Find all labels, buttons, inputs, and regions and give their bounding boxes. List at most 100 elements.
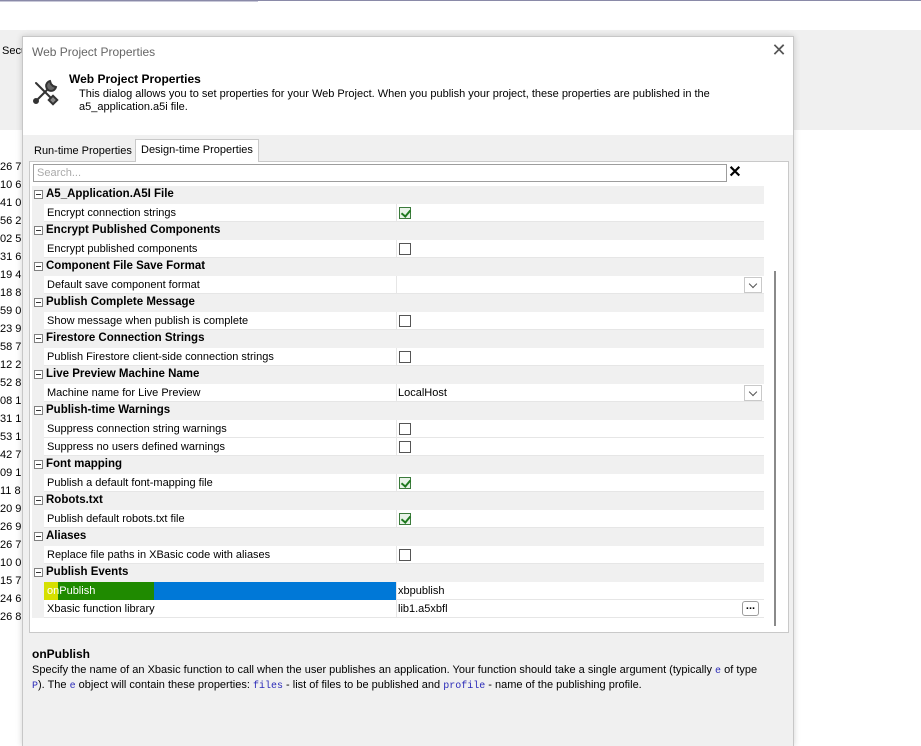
description-part: of type — [721, 664, 758, 676]
collapse-toggle-icon[interactable] — [34, 226, 43, 235]
checkbox[interactable] — [399, 513, 411, 525]
property-value[interactable] — [398, 276, 764, 294]
property-name[interactable]: Show message when publish is complete — [44, 312, 397, 330]
description-part: ). The — [38, 678, 70, 691]
property-row[interactable]: Publish a default font-mapping file — [32, 474, 764, 492]
property-value[interactable] — [398, 420, 764, 438]
category-row[interactable]: Live Preview Machine Name — [32, 366, 764, 384]
browse-button[interactable]: ... — [742, 601, 759, 616]
chevron-down-icon[interactable] — [744, 277, 762, 293]
property-row[interactable]: Publish Firestore client-side connection… — [32, 348, 764, 366]
property-value[interactable] — [398, 348, 764, 366]
dialog-titlebar[interactable]: Web Project Properties ✕ — [23, 37, 793, 65]
property-row[interactable]: Publish default robots.txt file — [32, 510, 764, 528]
property-name[interactable]: Publish default robots.txt file — [44, 510, 397, 528]
property-value[interactable]: lib1.a5xbfl... — [398, 600, 764, 618]
row-gutter — [32, 204, 44, 222]
tab-design-time-properties[interactable]: Design-time Properties — [135, 139, 259, 162]
property-grid: A5_Application.A5I File Encrypt connectio… — [32, 186, 764, 630]
property-row[interactable]: onPublish xbpublish — [32, 582, 764, 600]
category-row[interactable]: Component File Save Format — [32, 258, 764, 276]
collapse-toggle-icon[interactable] — [34, 370, 43, 379]
collapse-toggle-icon[interactable] — [34, 298, 43, 307]
property-name[interactable]: Xbasic function library — [44, 600, 397, 618]
property-row[interactable]: Default save component format — [32, 276, 764, 294]
property-row[interactable]: Machine name for Live Preview LocalHost — [32, 384, 764, 402]
checkbox[interactable] — [399, 477, 411, 489]
background-tab-line — [0, 1, 258, 2]
property-name[interactable]: Default save component format — [44, 276, 397, 294]
collapse-toggle-icon[interactable] — [34, 460, 43, 469]
checkbox[interactable] — [399, 315, 411, 327]
clear-search-button[interactable]: ✕ — [728, 164, 742, 182]
checkbox[interactable] — [399, 351, 411, 363]
vertical-scrollbar[interactable] — [766, 186, 784, 630]
property-row[interactable]: Xbasic function library lib1.a5xbfl... — [32, 600, 764, 618]
property-value[interactable] — [398, 204, 764, 222]
property-name[interactable]: Suppress no users defined warnings — [44, 438, 397, 456]
description-part: - name of the publishing profile. — [485, 678, 642, 691]
checkbox[interactable] — [399, 423, 411, 435]
web-project-properties-dialog: Web Project Properties ✕ Web Project Pro… — [22, 36, 794, 746]
property-value[interactable] — [398, 240, 764, 258]
category-label: Encrypt Published Components — [46, 224, 221, 236]
category-row[interactable]: Aliases — [32, 528, 764, 546]
property-value[interactable] — [398, 474, 764, 492]
property-row[interactable]: Replace file paths in XBasic code with a… — [32, 546, 764, 564]
property-row[interactable]: Encrypt connection strings — [32, 204, 764, 222]
property-name[interactable]: Machine name for Live Preview — [44, 384, 397, 402]
scrollbar-thumb[interactable] — [774, 271, 776, 626]
collapse-toggle-icon[interactable] — [34, 496, 43, 505]
close-button[interactable]: ✕ — [769, 41, 789, 61]
chevron-down-icon[interactable] — [744, 385, 762, 401]
search-input[interactable] — [33, 164, 727, 182]
category-row[interactable]: Firestore Connection Strings — [32, 330, 764, 348]
property-value[interactable] — [398, 312, 764, 330]
property-value[interactable] — [398, 546, 764, 564]
collapse-toggle-icon[interactable] — [34, 190, 43, 199]
category-row[interactable]: Publish Events — [32, 564, 764, 582]
background-number: 09 1 — [0, 467, 22, 479]
category-label: Publish Events — [46, 566, 129, 578]
tools-icon — [33, 79, 59, 106]
collapse-toggle-icon[interactable] — [34, 568, 43, 577]
property-row[interactable]: Show message when publish is complete — [32, 312, 764, 330]
property-value[interactable]: xbpublish — [398, 582, 764, 600]
dialog-body: Run-time Properties Design-time Properti… — [23, 135, 793, 746]
property-name[interactable]: Encrypt connection strings — [44, 204, 397, 222]
property-row[interactable]: Encrypt published components — [32, 240, 764, 258]
category-row[interactable]: Robots.txt — [32, 492, 764, 510]
property-row[interactable]: Suppress connection string warnings — [32, 420, 764, 438]
collapse-toggle-icon[interactable] — [34, 406, 43, 415]
category-row[interactable]: A5_Application.A5I File — [32, 186, 764, 204]
collapse-toggle-icon[interactable] — [34, 334, 43, 343]
row-gutter — [32, 348, 44, 366]
property-name[interactable]: Publish a default font-mapping file — [44, 474, 397, 492]
row-gutter — [32, 312, 44, 330]
checkbox[interactable] — [399, 549, 411, 561]
category-label: Firestore Connection Strings — [46, 332, 205, 344]
category-row[interactable]: Publish Complete Message — [32, 294, 764, 312]
property-name[interactable]: Encrypt published components — [44, 240, 397, 258]
tab-run-time-properties[interactable]: Run-time Properties — [28, 142, 138, 161]
category-row[interactable]: Font mapping — [32, 456, 764, 474]
category-label: Component File Save Format — [46, 260, 206, 272]
checkbox[interactable] — [399, 243, 411, 255]
category-row[interactable]: Encrypt Published Components — [32, 222, 764, 240]
property-row[interactable]: Suppress no users defined warnings — [32, 438, 764, 456]
property-name[interactable]: Replace file paths in XBasic code with a… — [44, 546, 397, 564]
code-token: profile — [443, 680, 486, 692]
property-value[interactable] — [398, 510, 764, 528]
collapse-toggle-icon[interactable] — [34, 262, 43, 271]
property-name[interactable]: onPublish — [44, 582, 397, 600]
property-name[interactable]: Publish Firestore client-side connection… — [44, 348, 397, 366]
category-row[interactable]: Publish-time Warnings — [32, 402, 764, 420]
property-name[interactable]: Suppress connection string warnings — [44, 420, 397, 438]
collapse-toggle-icon[interactable] — [34, 532, 43, 541]
property-value[interactable]: LocalHost — [398, 384, 764, 402]
property-panel: ✕ A5_Application.A5I File Encrypt connect… — [29, 161, 789, 633]
checkbox[interactable] — [399, 207, 411, 219]
checkbox[interactable] — [399, 441, 411, 453]
category-label: Publish-time Warnings — [46, 404, 171, 416]
property-value[interactable] — [398, 438, 764, 456]
